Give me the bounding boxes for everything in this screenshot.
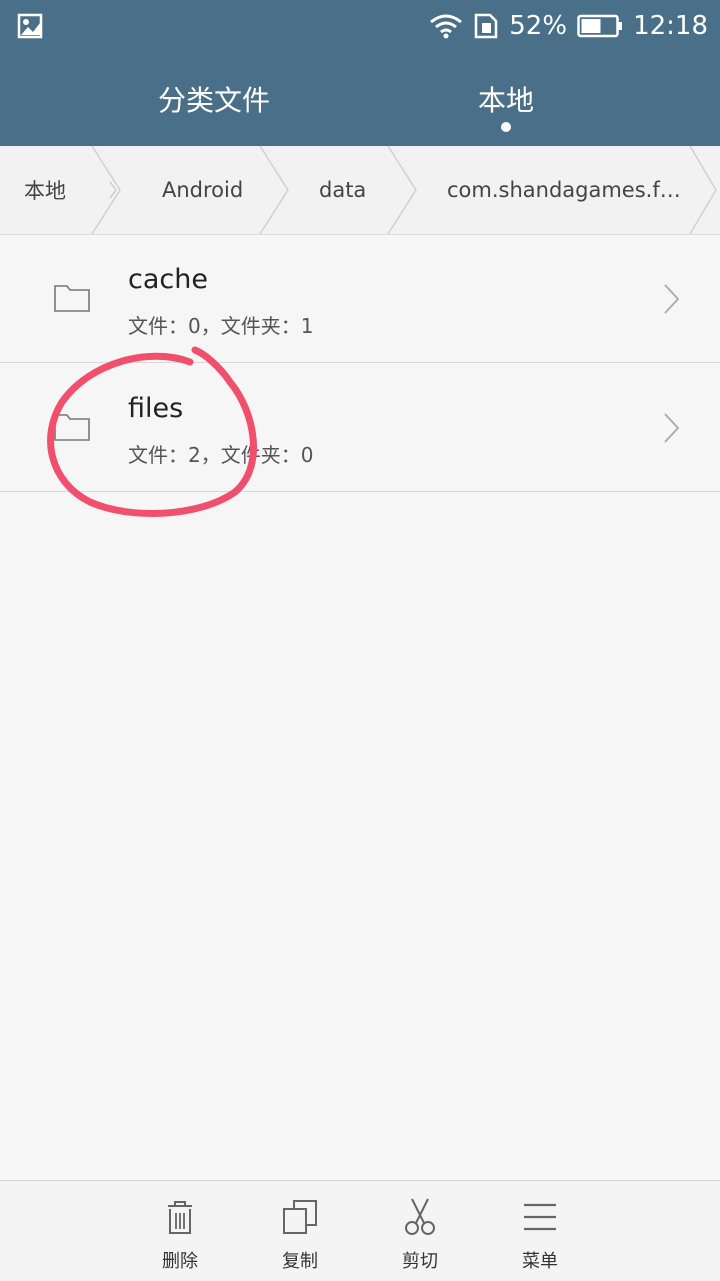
clock: 12:18 bbox=[633, 11, 708, 41]
breadcrumb-label: data bbox=[319, 178, 367, 202]
chevron-right-icon bbox=[664, 284, 680, 314]
active-tab-indicator bbox=[501, 122, 511, 132]
tab-label: 本地 bbox=[477, 84, 534, 117]
bottom-action-bar: 删除 复制 剪切 菜单 bbox=[0, 1180, 720, 1281]
chevron-right-icon bbox=[664, 413, 680, 443]
tab-category-files[interactable]: 分类文件 bbox=[94, 52, 334, 146]
app-header: 分类文件 本地 bbox=[0, 52, 720, 146]
cut-label: 剪切 bbox=[402, 1251, 438, 1272]
menu-label: 菜单 bbox=[522, 1251, 558, 1272]
wifi-icon bbox=[430, 14, 463, 39]
sim-card-icon bbox=[475, 13, 498, 39]
image-notification-icon bbox=[17, 13, 43, 39]
folder-icon bbox=[54, 414, 90, 441]
tab-label: 分类文件 bbox=[157, 84, 270, 117]
menu-button[interactable]: 菜单 bbox=[480, 1181, 600, 1281]
file-meta: 文件：0，文件夹：1 bbox=[128, 314, 314, 338]
status-bar: 52% 12:18 bbox=[0, 0, 720, 52]
copy-icon bbox=[283, 1200, 317, 1234]
breadcrumb-item-current[interactable]: com.shandagames.f… bbox=[447, 146, 681, 234]
list-item[interactable]: files 文件：2，文件夹：0 bbox=[0, 363, 720, 492]
tab-local[interactable]: 本地 bbox=[386, 52, 626, 146]
breadcrumb-separator-icon bbox=[91, 146, 121, 234]
file-name: cache bbox=[128, 264, 208, 295]
breadcrumb-separator-icon bbox=[387, 146, 417, 234]
scissors-icon bbox=[405, 1198, 435, 1235]
list-item[interactable]: cache 文件：0，文件夹：1 bbox=[0, 234, 720, 363]
breadcrumb-item-local[interactable]: 本地 bbox=[24, 146, 66, 234]
menu-icon bbox=[524, 1203, 556, 1231]
file-meta: 文件：2，文件夹：0 bbox=[128, 443, 314, 467]
breadcrumb-label: Android bbox=[162, 178, 244, 202]
trash-icon bbox=[168, 1201, 192, 1234]
breadcrumb: 本地 Android data com.shandagames.f… bbox=[0, 146, 720, 235]
file-name: files bbox=[128, 393, 184, 424]
file-list: cache 文件：0，文件夹：1 files 文件：2，文件夹：0 bbox=[0, 234, 720, 492]
breadcrumb-separator-icon bbox=[689, 146, 717, 234]
copy-button[interactable]: 复制 bbox=[240, 1181, 360, 1281]
cut-button[interactable]: 剪切 bbox=[360, 1181, 480, 1281]
delete-button[interactable]: 删除 bbox=[120, 1181, 240, 1281]
battery-percent: 52% bbox=[509, 11, 568, 41]
folder-icon bbox=[54, 285, 90, 312]
delete-label: 删除 bbox=[162, 1251, 198, 1272]
breadcrumb-item-android[interactable]: Android bbox=[162, 146, 243, 234]
breadcrumb-separator-icon bbox=[259, 146, 289, 234]
breadcrumb-label: 本地 bbox=[24, 179, 66, 203]
battery-icon bbox=[577, 14, 623, 38]
breadcrumb-label: com.shandagames.f… bbox=[447, 178, 681, 202]
copy-label: 复制 bbox=[282, 1251, 318, 1272]
breadcrumb-item-data[interactable]: data bbox=[319, 146, 366, 234]
